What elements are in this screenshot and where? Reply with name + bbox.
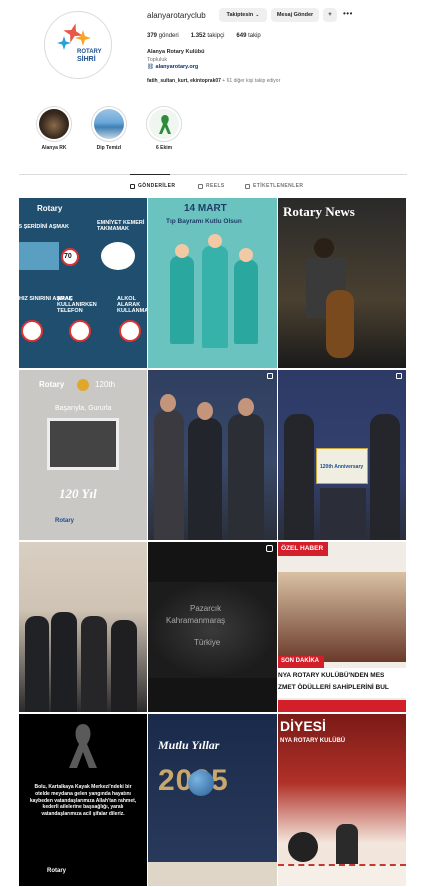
map-image (148, 582, 277, 678)
cauldron-image (288, 832, 318, 862)
car-illustration (19, 242, 59, 270)
carousel-icon (267, 373, 273, 379)
no-phone-sign-icon (101, 242, 135, 270)
award-ceremony-photo (278, 572, 406, 662)
suggested-users-button[interactable]: + (323, 8, 337, 22)
face-illustration (175, 244, 189, 258)
framed-photo (47, 418, 119, 470)
tagged-icon (245, 183, 250, 189)
post-tile-tip-bayrami[interactable]: 14 MART Tıp Bayramı Kutlu Olsun (148, 198, 277, 368)
news-ticker (278, 700, 406, 712)
following-button[interactable]: Takiptesin ⌄ (219, 8, 267, 22)
person-photo (320, 488, 366, 540)
profile-username: alanyarotaryclub (147, 11, 206, 20)
face-photo (160, 394, 176, 412)
ribbon-icon (159, 115, 171, 134)
profile-stats: 379 gönderi 1.352 takipçi 649 takip (147, 33, 261, 39)
followers-stat[interactable]: 1.352 takipçi (191, 33, 225, 39)
highlight-dip-temizl[interactable]: Dip Temizl (90, 106, 128, 151)
message-button-label: Mesaj Gönder (276, 12, 314, 18)
logo-text: SİHRİ (77, 56, 96, 63)
person-photo (284, 414, 314, 540)
carousel-icon (396, 373, 402, 379)
post-tile-rotary-news[interactable]: Rotary News (278, 198, 406, 368)
person-photo (188, 418, 222, 540)
person-photo (228, 414, 264, 540)
person-photo (336, 824, 358, 864)
face-illustration (208, 234, 222, 248)
person-photo (314, 238, 334, 258)
rotary-wheel-icon (77, 379, 89, 391)
profile-website-link[interactable]: ⛓ alanyarotary.org (147, 64, 198, 70)
post-tile-hediyesi[interactable]: DİYESİ NYA ROTARY KULÜBÜ (278, 714, 406, 886)
tabs-divider (19, 174, 407, 175)
message-button[interactable]: Mesaj Gönder (271, 8, 319, 22)
footer-band (148, 862, 277, 886)
prohibition-sign-icon (21, 320, 43, 342)
followed-by-text[interactable]: fatih_sultan_kurt, ekintoprak07 + 61 diğ… (147, 78, 280, 84)
link-icon: ⛓ (147, 64, 154, 70)
black-ribbon-icon (69, 724, 97, 768)
posts-stat[interactable]: 379 gönderi (147, 33, 179, 39)
prohibition-sign-icon (69, 320, 91, 342)
post-tile-mutlu-yillar[interactable]: Mutlu Yıllar 2025 (148, 714, 277, 886)
highlight-label: Dip Temizl (96, 145, 122, 151)
tab-reels[interactable]: REELS (198, 183, 225, 189)
nurse-illustration (234, 260, 258, 344)
rotary-sihri-logo: ROTARY SİHRİ (47, 14, 109, 76)
prohibition-sign-icon (119, 320, 141, 342)
doctor-illustration (170, 256, 194, 344)
profile-avatar[interactable]: ROTARY SİHRİ (44, 11, 112, 79)
person-photo (81, 616, 107, 712)
tablecloth-image (278, 864, 406, 886)
highlight-label: 6 Ekim (155, 145, 173, 151)
post-tile-group-photo[interactable] (148, 370, 277, 540)
post-tile-120-yil[interactable]: Rotary 120th Başarıyla, Gururla 120 Yıl … (19, 370, 147, 540)
highlight-label: Alanya RK (41, 145, 67, 151)
reels-icon (198, 183, 203, 189)
post-tile-ozel-haber[interactable]: ÖZEL HABER SON DAKİKA NYA ROTARY KULÜBÜ'… (278, 542, 406, 712)
post-tile-condolence[interactable]: Bolu, Kartalkaya Kayak Merkezi'ndeki bir… (19, 714, 147, 886)
cello-image (326, 290, 354, 358)
highlight-6-ekim[interactable]: 6 Ekim (145, 106, 183, 151)
following-stat[interactable]: 649 takip (236, 33, 260, 39)
person-photo (154, 410, 184, 540)
profile-category: Topluluk (147, 57, 168, 63)
post-tile-anniversary-flag[interactable]: 120th Anniversary (278, 370, 406, 540)
grid-icon (130, 183, 135, 189)
person-photo (51, 612, 77, 712)
person-photo (370, 414, 400, 540)
person-photo (25, 616, 49, 712)
doctor-illustration (202, 246, 228, 348)
following-button-label: Takiptesin (226, 12, 254, 18)
ornament-image (188, 770, 214, 796)
face-illustration (239, 248, 253, 262)
face-photo (197, 402, 213, 420)
person-photo (111, 620, 137, 712)
post-tile-pazarcik-video[interactable]: Pazarcık Kahramanmaraş Türkiye (148, 542, 277, 712)
add-person-icon: + (328, 12, 332, 18)
face-photo (238, 398, 254, 416)
reel-icon (266, 545, 273, 552)
star-icon (57, 36, 71, 50)
profile-full-name: Alanya Rotary Kulübü (147, 49, 205, 55)
active-tab-indicator (130, 174, 170, 175)
tab-posts[interactable]: GÖNDERİLER (130, 183, 175, 189)
logo-text: ROTARY (77, 49, 102, 55)
post-tile-ladies-group[interactable] (19, 542, 147, 712)
highlight-alanya-rk[interactable]: Alanya RK (35, 106, 73, 151)
chevron-down-icon: ⌄ (255, 12, 260, 18)
more-options-icon[interactable]: ••• (343, 9, 353, 18)
tab-tagged[interactable]: ETİKETLENENLER (245, 183, 303, 189)
post-tile-traffic[interactable]: Rotary 5 ŞERİDİNİ AŞMAK 70 EMNİYET KEMER… (19, 198, 147, 368)
